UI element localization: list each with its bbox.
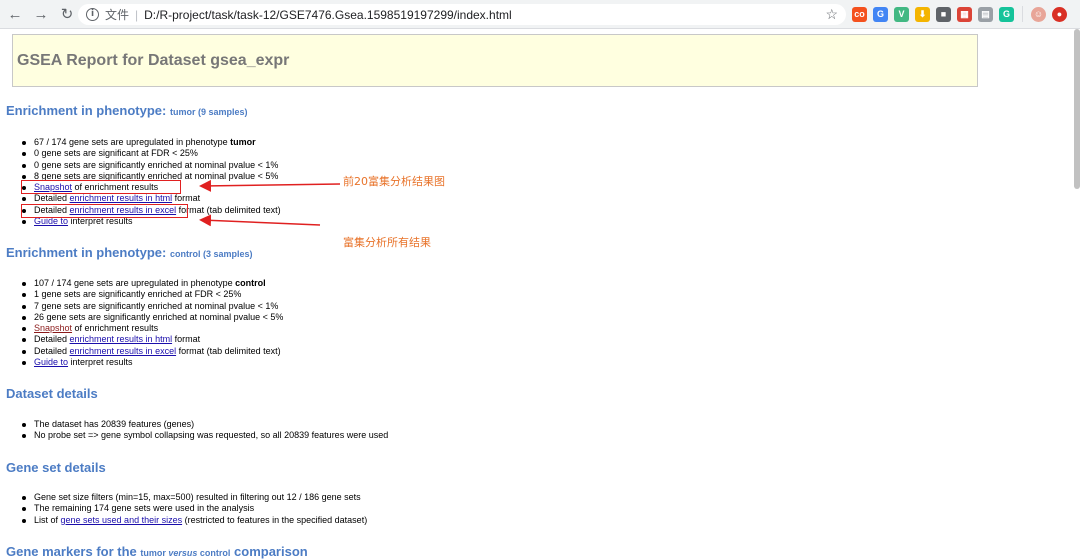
annotation-all-results-label: 富集分析所有结果 (343, 236, 431, 249)
annotation-arrows (199, 179, 341, 227)
arrow-to-excel (199, 214, 321, 227)
annotation-top20-label: 前20富集分析结果图 (343, 175, 445, 188)
arrow-to-snapshot (199, 179, 341, 192)
